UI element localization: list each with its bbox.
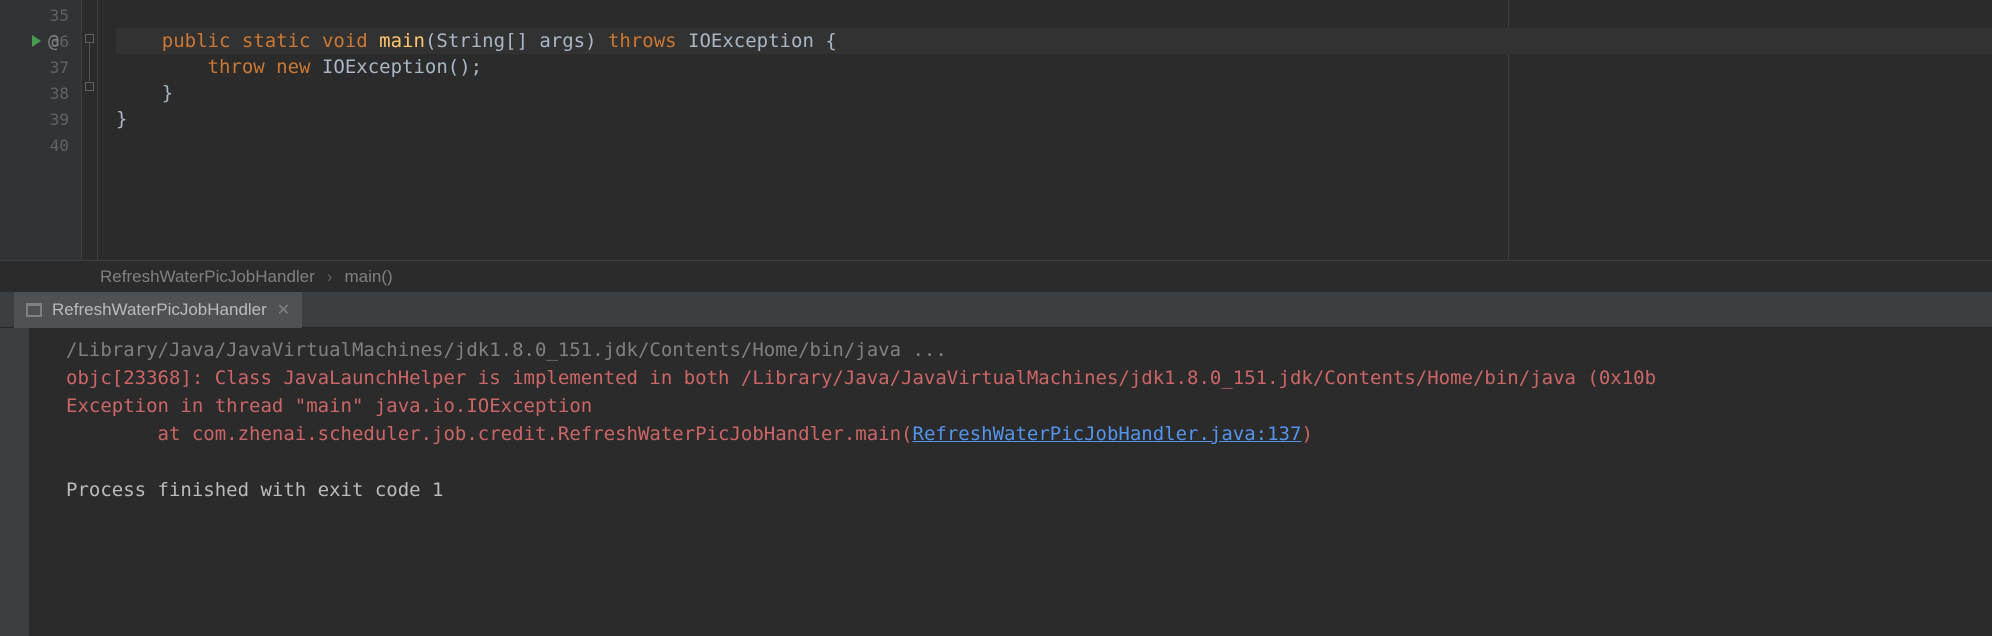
breadcrumb: RefreshWaterPicJobHandler › main(): [0, 260, 1992, 292]
line-number: 40: [50, 136, 69, 155]
line-number: 39: [50, 110, 69, 129]
fold-end-icon[interactable]: [85, 82, 94, 91]
line-number: 35: [50, 6, 69, 25]
code-area[interactable]: public static void main(String[] args) t…: [98, 0, 1992, 260]
code-line[interactable]: }: [116, 80, 1992, 106]
chevron-right-icon: ›: [327, 267, 333, 287]
breadcrumb-class[interactable]: RefreshWaterPicJobHandler: [100, 267, 315, 287]
close-icon[interactable]: ✕: [277, 300, 290, 320]
line-number: 38: [50, 84, 69, 103]
console-stacktrace: at com.zhenai.scheduler.job.credit.Refre…: [66, 420, 1656, 448]
console-blank: [66, 448, 1656, 476]
override-icon[interactable]: @: [48, 31, 59, 52]
terminal-icon: [26, 303, 42, 317]
console-exit: Process finished with exit code 1: [66, 476, 1656, 504]
run-gutter-icon[interactable]: [32, 35, 41, 47]
gutter-row[interactable]: 38: [0, 80, 81, 106]
gutter: 35 36 @ 37 38 39 40: [0, 0, 82, 260]
run-tab[interactable]: RefreshWaterPicJobHandler ✕: [14, 292, 302, 328]
code-line[interactable]: throw new IOException();: [116, 54, 1992, 80]
line-number: 37: [50, 58, 69, 77]
fold-minus-icon[interactable]: [85, 34, 94, 43]
run-toolbar: [0, 328, 30, 636]
code-line[interactable]: public static void main(String[] args) t…: [116, 28, 1992, 54]
editor-area: 35 36 @ 37 38 39 40 public static void m…: [0, 0, 1992, 260]
fold-line: [89, 43, 90, 81]
fold-column: [82, 0, 98, 260]
gutter-row[interactable]: 39: [0, 106, 81, 132]
code-line[interactable]: }: [116, 106, 1992, 132]
run-tab-label: RefreshWaterPicJobHandler: [52, 300, 267, 320]
console-output[interactable]: /Library/Java/JavaVirtualMachines/jdk1.8…: [30, 328, 1656, 636]
code-line[interactable]: [116, 2, 1992, 28]
gutter-row[interactable]: 37: [0, 54, 81, 80]
console-cmd: /Library/Java/JavaVirtualMachines/jdk1.8…: [66, 336, 1656, 364]
stacktrace-link[interactable]: RefreshWaterPicJobHandler.java:137: [913, 423, 1302, 445]
run-panel: RefreshWaterPicJobHandler ✕ /Library/Jav…: [0, 292, 1992, 636]
gutter-row-runnable[interactable]: 36 @: [0, 28, 81, 54]
run-content: /Library/Java/JavaVirtualMachines/jdk1.8…: [0, 328, 1992, 636]
console-warn: objc[23368]: Class JavaLaunchHelper is i…: [66, 364, 1656, 392]
console-exception: Exception in thread "main" java.io.IOExc…: [66, 392, 1656, 420]
gutter-row[interactable]: 35: [0, 2, 81, 28]
gutter-row[interactable]: 40: [0, 132, 81, 158]
run-tabs: RefreshWaterPicJobHandler ✕: [0, 292, 1992, 328]
breadcrumb-method[interactable]: main(): [344, 267, 392, 287]
